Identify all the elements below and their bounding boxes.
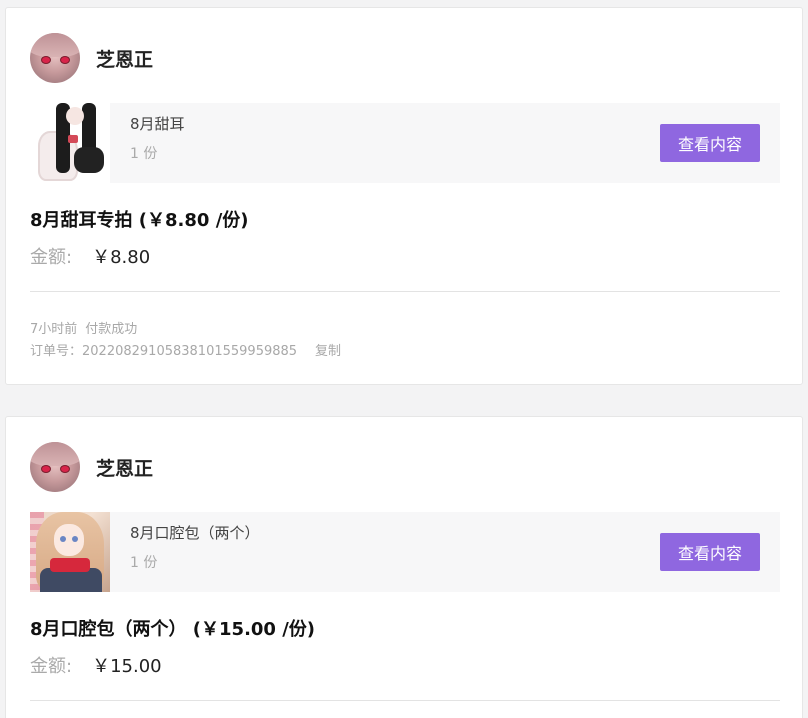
seller-header[interactable]: 芝恩正 <box>30 442 153 492</box>
item-quantity: 1 份 <box>130 555 158 571</box>
avatar-hair <box>30 33 80 57</box>
thumb-shape <box>74 147 104 173</box>
item-thumbnail[interactable] <box>30 512 110 592</box>
avatar-eye <box>61 57 69 63</box>
item-box: 8月口腔包（两个） 1 份 查看内容 <box>30 512 780 592</box>
divider <box>30 700 780 701</box>
order-number: 订单号：20220829105838101559959885 <box>30 344 298 359</box>
thumb-shape <box>50 558 90 572</box>
order-title: 8月甜耳专拍 (￥8.80 /份) <box>30 210 249 231</box>
avatar[interactable] <box>30 442 80 492</box>
item-title: 8月口腔包（两个） <box>130 524 260 542</box>
thumb-shape <box>60 536 66 542</box>
order-meta: 7小时前 付款成功 订单号：20220829105838101559959885 复… <box>30 319 341 363</box>
item-thumbnail[interactable] <box>30 103 110 183</box>
order-title: 8月口腔包（两个） (￥15.00 /份) <box>30 619 316 640</box>
payment-status: 付款成功 <box>85 322 138 337</box>
thumb-shape <box>66 107 84 125</box>
amount-row: 金额: ￥15.00 <box>30 652 162 678</box>
amount-label: 金额: <box>30 656 73 677</box>
view-content-button[interactable]: 查看内容 <box>660 533 760 571</box>
order-card: 芝恩正 8月甜耳 1 份 查看内容 8月甜耳专拍 (￥8.80 /份) 金额: … <box>5 7 803 385</box>
avatar[interactable] <box>30 33 80 83</box>
amount-value: ￥15.00 <box>92 656 162 677</box>
seller-name[interactable]: 芝恩正 <box>96 454 153 481</box>
thumb-shape <box>72 536 78 542</box>
item-title: 8月甜耳 <box>130 115 185 133</box>
avatar-eye <box>42 466 50 472</box>
order-card: 芝恩正 8月口腔包（两个） 1 份 查看内容 8月口腔包（两个） (￥15.00… <box>5 416 803 718</box>
order-list: 芝恩正 8月甜耳 1 份 查看内容 8月甜耳专拍 (￥8.80 /份) 金额: … <box>0 0 808 718</box>
thumb-shape <box>54 524 84 556</box>
thumb-shape <box>68 135 78 143</box>
item-box: 8月甜耳 1 份 查看内容 <box>30 103 780 183</box>
avatar-eye <box>42 57 50 63</box>
view-content-button[interactable]: 查看内容 <box>660 124 760 162</box>
amount-value: ￥8.80 <box>92 247 151 268</box>
amount-label: 金额: <box>30 247 73 268</box>
amount-row: 金额: ￥8.80 <box>30 243 150 269</box>
seller-header[interactable]: 芝恩正 <box>30 33 153 83</box>
divider <box>30 291 780 292</box>
order-time: 7小时前 <box>30 322 78 337</box>
seller-name[interactable]: 芝恩正 <box>96 45 153 72</box>
item-quantity: 1 份 <box>130 146 158 162</box>
avatar-eye <box>61 466 69 472</box>
avatar-hair <box>30 442 80 466</box>
copy-button[interactable]: 复制 <box>315 344 341 359</box>
